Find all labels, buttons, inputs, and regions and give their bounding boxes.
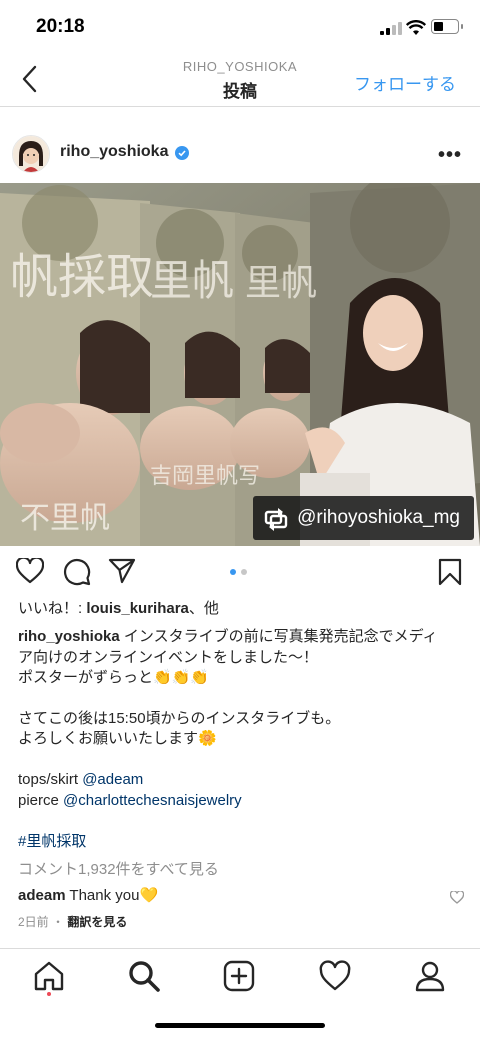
translate-link[interactable]: 翻訳を見る bbox=[67, 915, 127, 929]
post-username[interactable]: riho_yoshioka bbox=[60, 143, 168, 161]
follow-button[interactable]: フォローする bbox=[354, 70, 456, 95]
add-icon[interactable] bbox=[222, 959, 256, 993]
comment-text: Thank you💛 bbox=[65, 887, 159, 904]
caption-text: インスタライブの前に写真集発売記念でメディ bbox=[119, 628, 438, 645]
caption-line-5: よろしくお願いいたします🌼 bbox=[18, 730, 217, 747]
likes-suffix[interactable]: 、他 bbox=[189, 600, 219, 617]
status-time: 20:18 bbox=[36, 16, 85, 37]
home-indicator[interactable] bbox=[155, 1023, 325, 1028]
status-bar: 20:18 bbox=[0, 0, 480, 56]
svg-text:里帆: 里帆 bbox=[245, 263, 317, 304]
caption-line-4: さてこの後は15:50頃からのインスタライブも。 bbox=[18, 710, 341, 727]
verified-badge-icon bbox=[175, 146, 189, 160]
likes-prefix: いいね！: bbox=[18, 600, 87, 617]
caption-line-3: ポスターがずらっと👏👏👏 bbox=[18, 669, 210, 686]
caption-username[interactable]: riho_yoshioka bbox=[18, 628, 120, 645]
meta-separator: ・ bbox=[48, 915, 68, 929]
signal-icon bbox=[380, 22, 402, 35]
svg-text:不里帆: 不里帆 bbox=[20, 501, 110, 536]
likes-line: いいね！: louis_kurihara、他 bbox=[18, 599, 219, 619]
post-actions bbox=[0, 552, 480, 592]
repost-badge[interactable]: @rihoyoshioka_mg bbox=[253, 496, 474, 540]
credit-line-1: tops/skirt @adeam bbox=[18, 770, 143, 790]
comment-username[interactable]: adeam bbox=[18, 887, 66, 904]
carousel-dot-active bbox=[230, 569, 236, 575]
more-icon[interactable]: ••• bbox=[438, 144, 462, 167]
share-icon[interactable] bbox=[108, 558, 136, 584]
comment-icon[interactable] bbox=[63, 558, 91, 586]
post-meta: 2日前 ・ 翻訳を見る bbox=[18, 912, 127, 932]
repost-handle: @rihoyoshioka_mg bbox=[297, 507, 460, 528]
caption-line-2: ア向けのオンラインイベントをしました〜！ bbox=[18, 649, 319, 666]
post-image[interactable]: 帆採取 里帆 里帆 不里帆 吉岡里帆写 @rihoyoshioka_mg bbox=[0, 183, 480, 546]
view-comments-link[interactable]: コメント1,932件をすべて見る bbox=[18, 860, 219, 880]
caption-line-1: riho_yoshioka インスタライブの前に写真集発売記念でメディ bbox=[18, 627, 438, 647]
svg-text:帆採取: 帆採取 bbox=[10, 249, 154, 305]
comment: adeam Thank you💛 bbox=[18, 886, 158, 906]
battery-icon bbox=[431, 19, 463, 34]
repost-icon bbox=[264, 508, 288, 531]
wifi-icon bbox=[406, 20, 426, 35]
hashtag-link[interactable]: #里帆採取 bbox=[18, 832, 86, 852]
credit-label: tops/skirt bbox=[18, 771, 83, 788]
svg-text:吉岡里帆写: 吉岡里帆写 bbox=[150, 464, 260, 489]
profile-icon[interactable] bbox=[413, 959, 447, 993]
bookmark-icon[interactable] bbox=[438, 558, 462, 586]
mention-link[interactable]: @charlottechesnaisjewelry bbox=[63, 792, 242, 809]
comment-like-heart-icon[interactable] bbox=[450, 891, 464, 904]
avatar[interactable] bbox=[12, 135, 50, 173]
nav-header: RIHO_YOSHIOKA 投稿 フォローする bbox=[0, 56, 480, 107]
timestamp: 2日前 bbox=[18, 915, 49, 929]
post-photo: 帆採取 里帆 里帆 不里帆 吉岡里帆写 bbox=[0, 183, 480, 546]
svg-text:里帆: 里帆 bbox=[150, 256, 234, 305]
bottom-tab-bar bbox=[0, 948, 480, 1004]
likes-user[interactable]: louis_kurihara bbox=[86, 600, 189, 617]
mention-link[interactable]: @adeam bbox=[82, 771, 143, 788]
activity-icon[interactable] bbox=[318, 959, 352, 993]
home-icon[interactable] bbox=[32, 959, 66, 993]
carousel-dot bbox=[241, 569, 247, 575]
search-icon[interactable] bbox=[127, 959, 161, 993]
credit-label: pierce bbox=[18, 792, 64, 809]
credit-line-2: pierce @charlottechesnaisjewelry bbox=[18, 791, 242, 811]
heart-icon[interactable] bbox=[16, 558, 44, 584]
notification-dot bbox=[47, 992, 51, 996]
